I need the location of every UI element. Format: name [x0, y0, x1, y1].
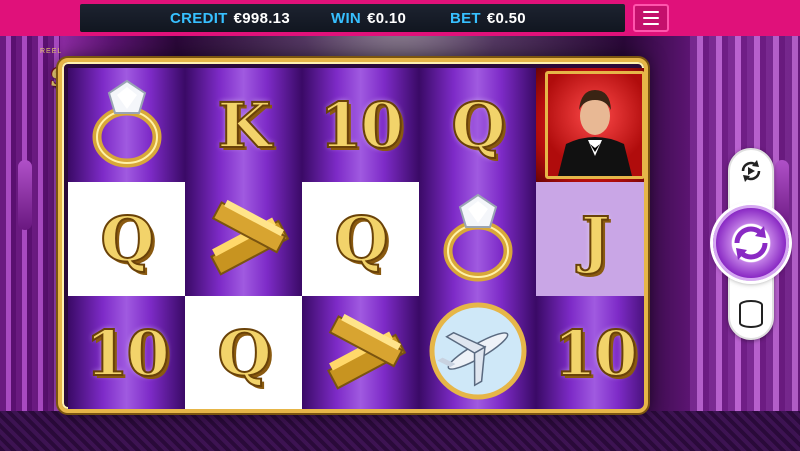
bet-value: €0.50	[486, 10, 526, 27]
reel-cell: K	[185, 68, 302, 182]
reel-cell	[185, 182, 302, 296]
symbol-j: J	[580, 202, 611, 277]
reel-cell	[536, 68, 644, 182]
diamond-ring-icon	[428, 187, 528, 292]
reel-cell: 10	[68, 296, 185, 409]
left-tassel	[18, 160, 32, 230]
gentleman-portrait-icon	[544, 71, 644, 179]
symbol-q: Q	[216, 316, 272, 391]
reel-grid: K 10 Q Q Q J 10 Q 10	[68, 68, 644, 409]
bet-display[interactable]: BET €0.50	[450, 10, 526, 27]
reel-cell: 10	[536, 296, 644, 409]
menu-button[interactable]	[633, 4, 669, 32]
hamburger-line	[643, 17, 659, 19]
reel-frame: K 10 Q Q Q J 10 Q 10	[58, 58, 648, 413]
stake-button[interactable]	[735, 298, 767, 334]
credit-label: CREDIT	[170, 10, 228, 27]
symbol-q: Q	[450, 88, 506, 163]
logo-small-text: REEL	[40, 48, 63, 55]
reel-cell: J	[536, 182, 644, 296]
reel-cell	[419, 296, 536, 409]
reel-cell	[419, 182, 536, 296]
reel-cell	[302, 296, 419, 409]
symbol-10: 10	[84, 316, 170, 391]
autoplay-icon	[741, 160, 761, 182]
reel-cell: 10	[302, 68, 419, 182]
reel-cell: Q	[419, 68, 536, 182]
symbol-k: K	[217, 88, 273, 163]
symbol-10: 10	[318, 88, 404, 163]
reel-cell: Q	[68, 182, 185, 296]
hamburger-line	[643, 23, 659, 25]
symbol-q: Q	[333, 202, 389, 277]
spin-button[interactable]	[713, 205, 789, 281]
reel-cell: Q	[185, 296, 302, 409]
bet-label: BET	[450, 10, 481, 27]
win-display: WIN €0.10	[331, 10, 406, 27]
private-jet-icon	[428, 301, 528, 406]
spin-arrows-icon	[734, 226, 768, 260]
info-bar: CREDIT €998.13 WIN €0.10 BET €0.50	[80, 4, 625, 32]
symbol-q: Q	[99, 202, 155, 277]
symbol-10: 10	[552, 316, 638, 391]
diamond-ring-icon	[77, 73, 177, 178]
credit-value: €998.13	[233, 10, 290, 27]
floor-pattern	[0, 411, 800, 451]
gold-bars-icon	[194, 187, 294, 292]
win-value: €0.10	[367, 10, 407, 27]
coin-stack-icon	[739, 300, 763, 328]
gold-bars-icon	[311, 301, 411, 406]
reel-cell: Q	[302, 182, 419, 296]
win-label: WIN	[331, 10, 362, 27]
hamburger-menu-icon	[643, 11, 659, 13]
top-bar: CREDIT €998.13 WIN €0.10 BET €0.50	[0, 0, 800, 36]
reel-cell	[68, 68, 185, 182]
credit-display: CREDIT €998.13	[170, 10, 290, 27]
autoplay-button[interactable]	[735, 155, 767, 187]
